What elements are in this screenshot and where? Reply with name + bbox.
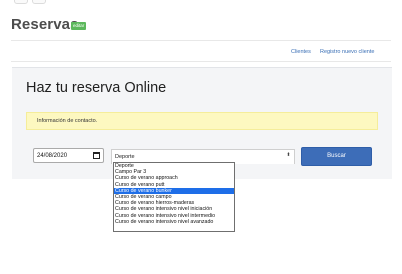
sport-dropdown-list[interactable]: Deporte Campo Par 3 Curso de verano approa… <box>113 162 235 232</box>
page-title: Reservas <box>11 16 79 33</box>
edit-badge[interactable]: editar <box>71 22 87 30</box>
top-tab-strip <box>12 0 52 5</box>
alert-text: Información de contacto. <box>37 118 98 124</box>
top-tab[interactable] <box>32 0 46 4</box>
select-value: Deporte <box>115 154 135 160</box>
chevron-updown-icon: ⬍ <box>286 152 291 158</box>
nav-link-registro-cliente[interactable]: Registro nuevo cliente <box>320 49 374 55</box>
panel-title: Haz tu reserva Online <box>26 80 167 96</box>
date-value: 24/08/2020 <box>37 153 68 159</box>
divider <box>11 61 391 62</box>
top-tab[interactable] <box>14 0 28 4</box>
search-button[interactable]: Buscar <box>301 147 372 166</box>
nav-link-clientes[interactable]: Clientes <box>291 49 311 55</box>
divider <box>11 40 391 41</box>
date-input[interactable]: 24/08/2020 <box>33 148 104 163</box>
calendar-icon[interactable] <box>93 152 100 159</box>
dropdown-option[interactable]: Curso de verano intensivo nivel avanzado <box>114 219 234 225</box>
contact-alert: Información de contacto. <box>26 112 378 130</box>
